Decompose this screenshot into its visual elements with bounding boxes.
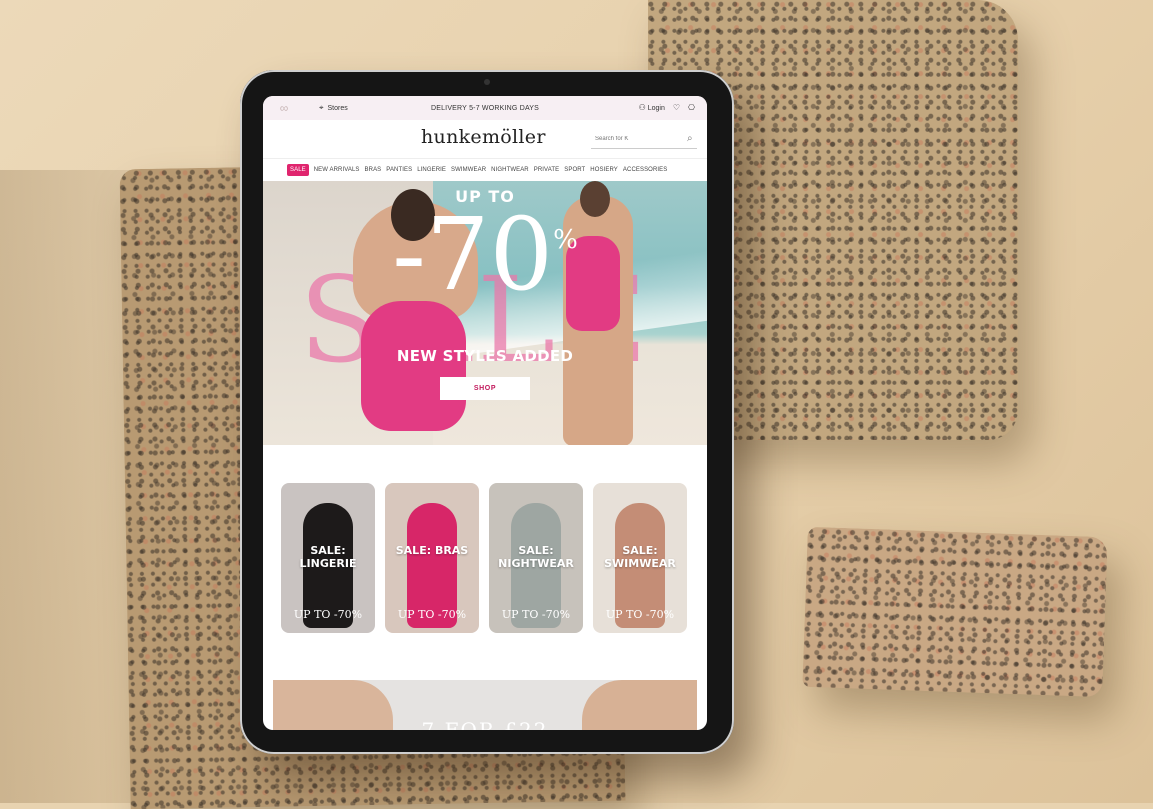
nav-item-private[interactable]: PRIVATE (534, 167, 559, 173)
category-card-lingerie[interactable]: SALE: LINGERIE UP TO -70% (281, 483, 375, 633)
nav-item-panties[interactable]: PANTIES (386, 167, 412, 173)
login-label: Login (647, 105, 665, 112)
nav-item-swimwear[interactable]: SWIMWEAR (451, 167, 486, 173)
heart-icon[interactable]: ♡ (673, 104, 680, 112)
user-icon: ⚇ (638, 103, 646, 112)
nav-item-lingerie[interactable]: LINGERIE (417, 167, 446, 173)
card-promo: UP TO -70% (605, 608, 675, 621)
percent-sign: % (553, 225, 578, 255)
main-nav: SALE NEW ARRIVALS BRAS PANTIES LINGERIE … (263, 159, 707, 181)
nav-item-accessories[interactable]: ACCESSORIES (623, 167, 667, 173)
tablet-device: ∞ ⌖ Stores DELIVERY 5-7 WORKING DAYS ⚇ L… (240, 70, 734, 754)
brand-logo[interactable]: hunkemöller (421, 126, 546, 148)
nav-item-hosiery[interactable]: HOSIERY (590, 167, 618, 173)
search-input[interactable] (591, 135, 687, 143)
delivery-text: DELIVERY 5-7 WORKING DAYS (430, 104, 540, 112)
camera (484, 79, 490, 85)
top-bar: ∞ ⌖ Stores DELIVERY 5-7 WORKING DAYS ⚇ L… (263, 96, 707, 120)
website-screen: ∞ ⌖ Stores DELIVERY 5-7 WORKING DAYS ⚇ L… (263, 96, 707, 730)
location-pin-icon: ⌖ (319, 103, 324, 112)
account-tools: ⚇ Login ♡ ⎔ (638, 103, 695, 113)
login-link[interactable]: ⚇ Login (638, 103, 665, 113)
search-box[interactable]: ⌕ (591, 130, 697, 149)
card-promo: UP TO -70% (397, 608, 467, 621)
search-icon[interactable]: ⌕ (687, 134, 693, 144)
stores-label: Stores (327, 104, 348, 112)
category-card-bras[interactable]: SALE: BRAS UP TO -70% (385, 483, 479, 633)
stores-link[interactable]: ⌖ Stores (319, 104, 348, 112)
stone-bottom-right (802, 526, 1108, 698)
bow-logo-icon[interactable]: ∞ (269, 100, 299, 116)
shop-button[interactable]: SHOP (440, 377, 530, 400)
nav-item-new-arrivals[interactable]: NEW ARRIVALS (314, 167, 360, 173)
category-card-swimwear[interactable]: SALE: SWIMWEAR UP TO -70% (593, 483, 687, 633)
nav-item-nightwear[interactable]: NIGHTWEAR (491, 167, 529, 173)
header: hunkemöller ⌕ (263, 120, 707, 159)
category-cards: SALE: LINGERIE UP TO -70% SALE: BRAS UP … (263, 445, 707, 633)
bag-icon[interactable]: ⎔ (688, 104, 695, 112)
card-promo: UP TO -70% (501, 608, 571, 621)
card-promo: UP TO -70% (293, 608, 363, 621)
category-card-nightwear[interactable]: SALE: NIGHTWEAR UP TO -70% (489, 483, 583, 633)
card-title: SALE: BRAS (395, 544, 469, 557)
bottom-promo-banner[interactable]: 7 FOR £22 (273, 680, 697, 730)
nav-item-bras[interactable]: BRAS (365, 167, 382, 173)
hero-discount: -70% (263, 205, 707, 305)
model-left-swimsuit (361, 301, 466, 431)
card-title: SALE: LINGERIE (299, 544, 357, 570)
nav-item-sport[interactable]: SPORT (564, 167, 585, 173)
discount-value: -70 (392, 196, 554, 313)
card-title: SALE: SWIMWEAR (604, 544, 676, 570)
nav-item-sale[interactable]: SALE (287, 164, 309, 176)
hero-banner[interactable]: SALE UP TO -70% NEW STYLES ADDED SHOP (263, 181, 707, 445)
card-title: SALE: NIGHTWEAR (498, 544, 574, 570)
hero-subtitle: NEW STYLES ADDED (396, 347, 574, 365)
bottom-promo-text: 7 FOR £22 (421, 718, 549, 730)
